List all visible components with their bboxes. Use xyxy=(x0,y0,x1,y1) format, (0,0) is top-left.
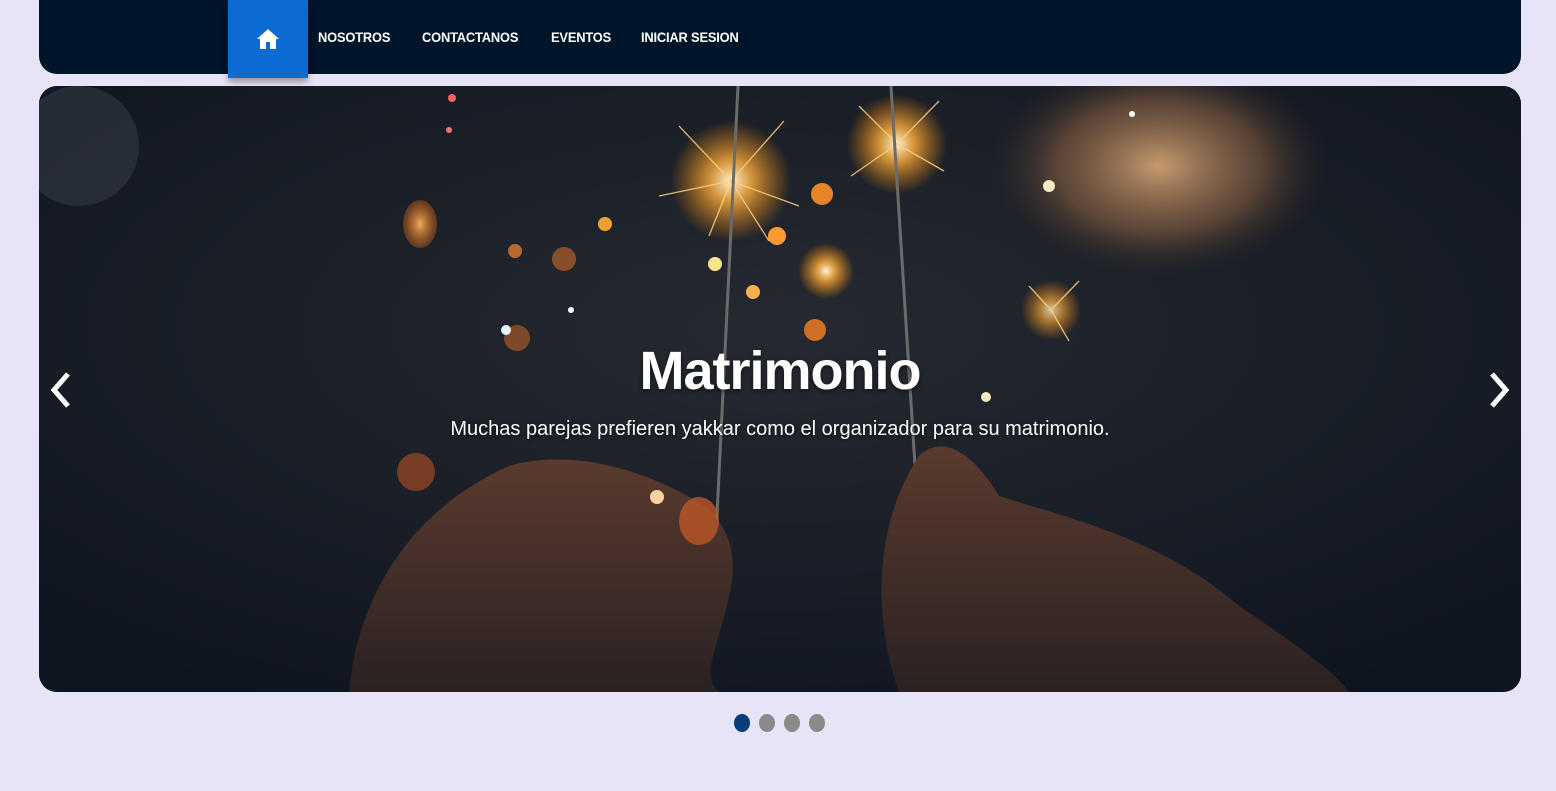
carousel-prev-button[interactable] xyxy=(41,368,81,412)
nav-link-nosotros[interactable]: NOSOTROS xyxy=(318,29,390,45)
chevron-left-icon xyxy=(50,372,70,408)
home-button[interactable] xyxy=(228,0,308,78)
nav-link-eventos[interactable]: EVENTOS xyxy=(551,29,611,45)
nav-link-iniciar-sesion[interactable]: INICIAR SESION xyxy=(641,29,739,45)
home-icon xyxy=(257,29,279,49)
carousel-indicator-3[interactable] xyxy=(784,714,800,732)
carousel-indicator-2[interactable] xyxy=(759,714,775,732)
carousel-indicator-4[interactable] xyxy=(809,714,825,732)
nav-link-contactanos[interactable]: CONTACTANOS xyxy=(422,29,518,45)
hero-carousel: Matrimonio Muchas parejas prefieren yakk… xyxy=(39,86,1521,692)
slide-caption: Muchas parejas prefieren yakkar como el … xyxy=(450,418,1110,440)
carousel-indicators xyxy=(734,714,834,732)
chevron-right-icon xyxy=(1490,372,1510,408)
carousel-indicator-1[interactable] xyxy=(734,714,750,732)
slide-title: Matrimonio xyxy=(639,341,922,401)
navbar: NOSOTROS CONTACTANOS EVENTOS INICIAR SES… xyxy=(39,0,1521,78)
nav-links: NOSOTROS CONTACTANOS EVENTOS INICIAR SES… xyxy=(318,0,773,74)
carousel-next-button[interactable] xyxy=(1479,368,1519,412)
